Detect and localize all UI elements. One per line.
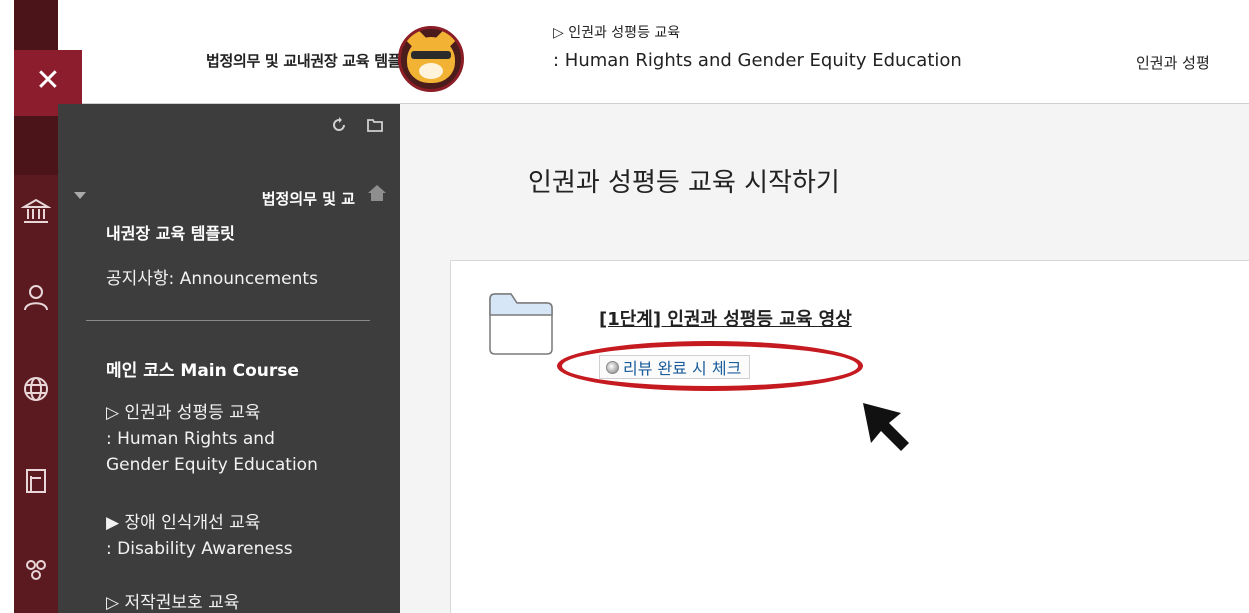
mascot-muzzle — [419, 63, 443, 79]
globe-icon-svg — [24, 377, 48, 401]
folder-icon-svg — [489, 293, 553, 355]
groups-icon-svg — [26, 560, 46, 580]
menu-item-human-rights-line2: : Human Rights and — [106, 429, 275, 449]
menu-item-announcements[interactable]: 공지사항: Announcements — [106, 266, 318, 292]
breadcrumb-right[interactable]: 인권과 성평 — [1136, 52, 1210, 73]
menu-item-copyright-line1: ▷ 저작권보호 교육 — [106, 593, 240, 613]
menu-item-disability-line2: : Disability Awareness — [106, 539, 293, 559]
header-course-title: 법정의무 및 교내권장 교육 템플릿 — [206, 52, 415, 70]
page-title: 인권과 성평등 교육 시작하기 — [528, 168, 840, 198]
refresh-icon[interactable] — [330, 116, 348, 134]
breadcrumb-line1: ▷ 인권과 성평등 교육 — [553, 25, 681, 41]
menu-item-human-rights[interactable]: ▷ 인권과 성평등 교육 : Human Rights and Gender E… — [106, 400, 318, 478]
cursor-arrow-icon — [859, 399, 919, 459]
cursor-arrow-icon-svg — [863, 403, 909, 451]
mascot-eye-band — [411, 51, 451, 59]
globe-icon[interactable] — [18, 374, 54, 410]
courses-icon-svg — [26, 469, 46, 493]
menu-divider — [86, 320, 370, 321]
course-menu: 법정의무 및 교 내권장 교육 템플릿 공지사항: Announcements … — [58, 104, 400, 613]
groups-icon[interactable] — [18, 556, 54, 592]
breadcrumb-line2: : Human Rights and Gender Equity Educati… — [553, 50, 962, 71]
top-header: 법정의무 및 교내권장 교육 템플릿 ▷ 인권과 성평등 교육 : Human … — [0, 0, 1249, 104]
refresh-icon-svg — [333, 117, 345, 131]
collapse-caret-icon[interactable] — [74, 192, 86, 199]
institution-icon-svg — [20, 198, 52, 223]
menu-tools — [330, 116, 384, 134]
menu-item-human-rights-line1: ▷ 인권과 성평등 교육 — [106, 403, 261, 423]
user-icon[interactable] — [18, 282, 54, 318]
menu-item-disability[interactable]: ▶ 장애 인식개선 교육 : Disability Awareness — [106, 510, 293, 562]
menu-course-title-line2: 내권장 교육 템플릿 — [106, 224, 235, 243]
content-item-title-link[interactable]: [1단계] 인권과 성평등 교육 영상 — [599, 305, 852, 331]
menu-course-title-line1: 법정의무 및 교 — [261, 190, 355, 208]
folder-icon — [489, 293, 553, 355]
header-left-strip — [0, 0, 14, 104]
user-icon-svg — [24, 285, 48, 311]
home-icon[interactable] — [366, 182, 388, 204]
content-area: 인권과 성평등 교육 시작하기 [1단계] 인권과 성평등 교육 영상 리뷰 완… — [400, 104, 1249, 613]
mascot-logo — [398, 26, 464, 92]
highlight-ellipse — [557, 341, 863, 391]
courses-icon[interactable] — [18, 466, 54, 502]
folder-view-icon[interactable] — [366, 116, 384, 134]
folder-view-icon-svg — [367, 119, 383, 132]
content-panel: [1단계] 인권과 성평등 교육 영상 리뷰 완료 시 체크 — [450, 260, 1249, 613]
home-icon-svg — [368, 185, 386, 201]
menu-item-disability-line1: ▶ 장애 인식개선 교육 — [106, 513, 261, 533]
menu-item-copyright[interactable]: ▷ 저작권보호 교육 — [106, 590, 239, 613]
menu-section-title: 메인 코스 Main Course — [106, 361, 299, 381]
institution-icon[interactable] — [18, 196, 54, 232]
menu-item-human-rights-line3: Gender Equity Education — [106, 455, 318, 475]
